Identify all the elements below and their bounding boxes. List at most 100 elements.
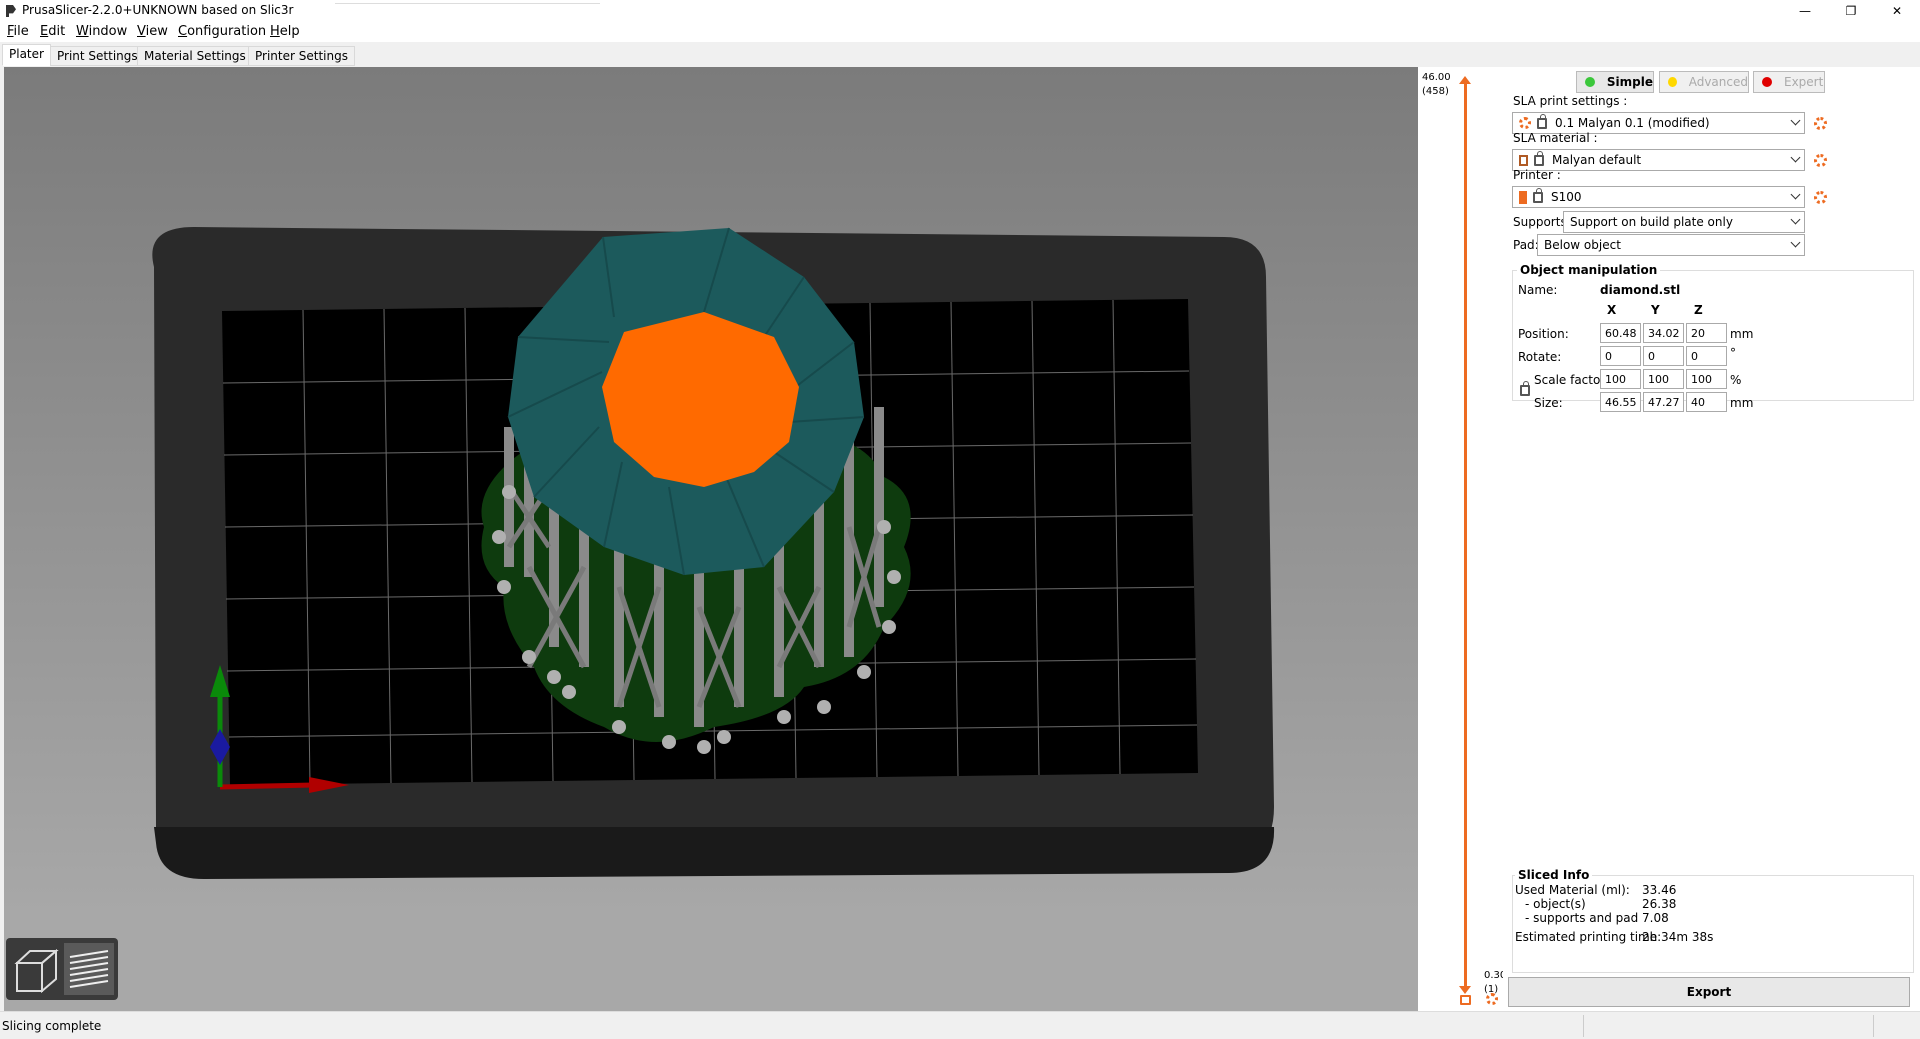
lock-icon	[1534, 150, 1544, 166]
printer-value: S100	[1551, 190, 1582, 204]
advanced-dot-icon	[1668, 77, 1677, 87]
slider-lock-icon[interactable]	[1460, 995, 1471, 1005]
size-label: Size:	[1534, 396, 1563, 410]
mode-advanced-button[interactable]: Advanced	[1659, 71, 1749, 93]
view-toggle-box	[6, 938, 118, 1000]
scale-lock-icon[interactable]	[1520, 381, 1530, 396]
scale-z-input[interactable]: 100	[1686, 369, 1727, 389]
axis-z-header: Z	[1694, 303, 1703, 317]
name-label: Name:	[1518, 283, 1558, 297]
slider-top-label: 46.00 (458)	[1422, 71, 1451, 99]
maximize-button[interactable]: ❐	[1828, 0, 1874, 22]
mode-expert-button[interactable]: Expert	[1753, 71, 1825, 93]
mode-simple-button[interactable]: Simple	[1576, 71, 1654, 93]
size-z-input[interactable]: 40	[1686, 392, 1727, 412]
tab-bar: Plater Print Settings Material Settings …	[0, 44, 1920, 66]
chevron-down-icon	[1790, 214, 1801, 225]
axis-y-header: Y	[1651, 303, 1660, 317]
printer-edit-icon[interactable]	[1814, 191, 1827, 204]
menu-file[interactable]: File	[7, 24, 29, 39]
status-divider	[1873, 1015, 1874, 1037]
tab-printer-settings[interactable]: Printer Settings	[248, 46, 355, 66]
minimize-button[interactable]: —	[1782, 0, 1828, 22]
object-name: diamond.stl	[1600, 283, 1681, 297]
tab-material-settings[interactable]: Material Settings	[137, 46, 253, 66]
expert-dot-icon	[1762, 77, 1772, 87]
gear-icon	[1519, 117, 1531, 129]
supports-pad-value: 7.08	[1642, 911, 1669, 925]
objects-label: - object(s)	[1525, 897, 1586, 911]
rotate-y-input[interactable]: 0	[1643, 346, 1684, 366]
preview-layers-icon[interactable]	[64, 943, 114, 995]
pad-combo[interactable]: Below object	[1537, 234, 1805, 256]
tab-print-settings[interactable]: Print Settings	[50, 46, 145, 66]
position-unit: mm	[1730, 327, 1754, 341]
mode-expert-label: Expert	[1784, 75, 1824, 89]
used-material-value: 33.46	[1642, 883, 1677, 897]
3d-viewport[interactable]	[4, 67, 1418, 1011]
material-label: SLA material :	[1513, 131, 1598, 145]
simple-dot-icon	[1585, 77, 1595, 87]
printer-combo[interactable]: S100	[1512, 186, 1805, 208]
supports-pad-label: - supports and pad	[1525, 911, 1639, 925]
object-manipulation-title: Object manipulation	[1517, 263, 1661, 277]
export-button[interactable]: Export	[1508, 977, 1910, 1007]
size-unit: mm	[1730, 396, 1754, 410]
slider-settings-icon[interactable]	[1486, 993, 1498, 1005]
layer-slider-panel: 46.00 (458) 0.30 (1)	[1418, 67, 1506, 1011]
menu-edit[interactable]: Edit	[40, 24, 65, 39]
menu-help[interactable]: Help	[270, 24, 300, 39]
slider-top-value: 46.00	[1422, 72, 1451, 83]
scale-y-input[interactable]: 100	[1643, 369, 1684, 389]
slider-bottom-thumb[interactable]	[1459, 986, 1471, 994]
window-title: PrusaSlicer-2.2.0+UNKNOWN based on Slic3…	[22, 3, 294, 17]
bed-edge	[154, 827, 1275, 879]
layer-slider-track[interactable]	[1464, 81, 1467, 991]
slider-top-thumb[interactable]	[1459, 76, 1471, 84]
print-time-label: Estimated printing time:	[1515, 930, 1662, 944]
lock-icon	[1537, 113, 1547, 129]
rotate-x-input[interactable]: 0	[1600, 346, 1641, 366]
print-settings-edit-icon[interactable]	[1814, 117, 1827, 130]
print-settings-value: 0.1 Malyan 0.1 (modified)	[1555, 116, 1710, 130]
material-icon	[1519, 154, 1528, 166]
menu-window[interactable]: Window	[76, 24, 127, 39]
rotate-label: Rotate:	[1518, 350, 1562, 364]
position-y-input[interactable]: 34.02	[1643, 323, 1684, 343]
scale-unit: %	[1730, 373, 1742, 387]
scene-render	[152, 227, 1275, 879]
status-text: Slicing complete	[2, 1019, 102, 1033]
pad-value: Below object	[1544, 238, 1621, 252]
slider-top-layer: (458)	[1422, 86, 1449, 97]
axis-x-header: X	[1607, 303, 1617, 317]
rotate-z-input[interactable]: 0	[1686, 346, 1727, 366]
mode-advanced-label: Advanced	[1688, 75, 1748, 89]
lock-icon	[1533, 187, 1543, 203]
mode-simple-label: Simple	[1606, 75, 1653, 89]
3d-view-icon[interactable]	[12, 943, 62, 995]
menu-bar: File Edit Window View Configuration Help	[0, 22, 1920, 42]
chevron-down-icon	[1790, 152, 1801, 163]
supports-value: Support on build plate only	[1570, 215, 1733, 229]
rotate-unit: °	[1730, 346, 1736, 360]
size-x-input[interactable]: 46.55	[1600, 392, 1641, 412]
position-x-input[interactable]: 60.48	[1600, 323, 1641, 343]
app-icon	[6, 5, 16, 17]
scale-x-input[interactable]: 100	[1600, 369, 1641, 389]
size-y-input[interactable]: 47.27	[1643, 392, 1684, 412]
sidebar: Simple Advanced Expert SLA print setting…	[1503, 67, 1920, 1011]
used-material-label: Used Material (ml):	[1515, 883, 1630, 897]
menu-view[interactable]: View	[137, 24, 168, 39]
title-divider	[335, 0, 600, 4]
supports-combo[interactable]: Support on build plate only	[1563, 211, 1805, 233]
status-divider	[1583, 1015, 1584, 1037]
chevron-down-icon	[1790, 115, 1801, 126]
status-bar: Slicing complete	[0, 1011, 1920, 1039]
printer-label: Printer :	[1513, 168, 1561, 182]
close-button[interactable]: ✕	[1874, 0, 1920, 22]
position-label: Position:	[1518, 327, 1569, 341]
tab-plater[interactable]: Plater	[2, 44, 51, 66]
menu-configuration[interactable]: Configuration	[178, 24, 266, 39]
material-edit-icon[interactable]	[1814, 154, 1827, 167]
position-z-input[interactable]: 20	[1686, 323, 1727, 343]
